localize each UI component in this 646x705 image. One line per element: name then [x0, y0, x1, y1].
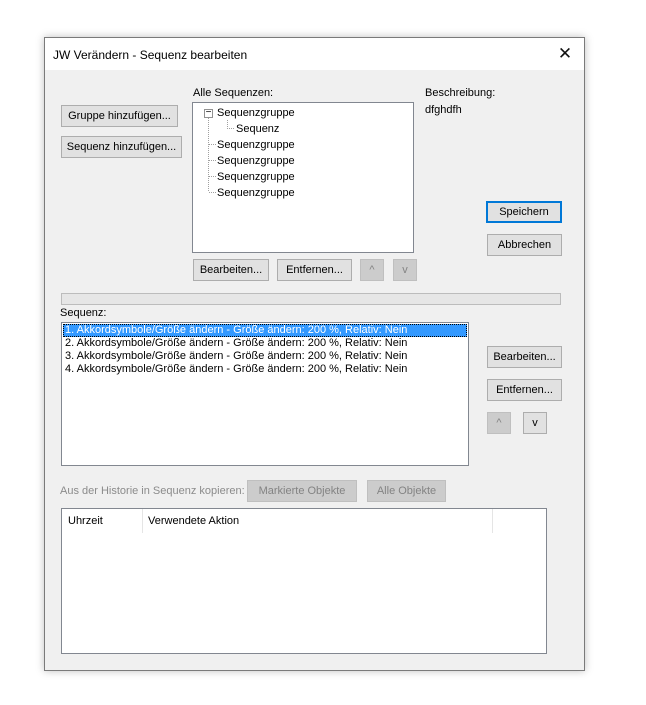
tree-item-sequence[interactable]: Sequenz — [236, 122, 279, 136]
tree-item-group[interactable]: Sequenzgruppe — [217, 106, 295, 120]
tree-item-group[interactable]: Sequenzgruppe — [217, 138, 295, 152]
column-header-action[interactable]: Verwendete Aktion — [148, 509, 239, 533]
sequence-list-item[interactable]: 2. Akkordsymbole/Größe ändern - Größe än… — [63, 337, 467, 350]
sequence-move-down-button[interactable]: v — [523, 412, 547, 434]
description-value: dfghdfh — [425, 104, 462, 116]
tree-item-group[interactable]: Sequenzgruppe — [217, 170, 295, 184]
cancel-button[interactable]: Abbrechen — [487, 234, 562, 256]
all-sequences-label: Alle Sequenzen: — [193, 87, 274, 99]
collapse-icon[interactable]: − — [204, 108, 213, 118]
tree-edit-button[interactable]: Bearbeiten... — [193, 259, 269, 281]
tree-item-group[interactable]: Sequenzgruppe — [217, 154, 295, 168]
tree-item-group[interactable]: Sequenzgruppe — [217, 186, 295, 200]
tree-move-up-button[interactable]: ^ — [360, 259, 384, 281]
sequence-list-item[interactable]: 1. Akkordsymbole/Größe ändern - Größe än… — [63, 324, 467, 337]
dialog-window: JW Verändern - Sequenz bearbeiten ✕ Grup… — [44, 37, 585, 671]
copy-all-objects-button[interactable]: Alle Objekte — [367, 480, 446, 502]
window-title: JW Verändern - Sequenz bearbeiten — [53, 48, 248, 62]
sequence-label: Sequenz: — [60, 307, 107, 319]
sequence-edit-button[interactable]: Bearbeiten... — [487, 346, 562, 368]
save-button[interactable]: Speichern — [486, 201, 562, 223]
add-group-button[interactable]: Gruppe hinzufügen... — [61, 105, 178, 127]
copy-marked-objects-button[interactable]: Markierte Objekte — [247, 480, 357, 502]
column-divider[interactable] — [142, 509, 143, 533]
sequence-move-up-button[interactable]: ^ — [487, 412, 511, 434]
column-divider[interactable] — [492, 509, 493, 533]
tree-move-down-button[interactable]: v — [393, 259, 417, 281]
history-table[interactable]: Uhrzeit Verwendete Aktion — [61, 508, 547, 654]
sequence-remove-button[interactable]: Entfernen... — [487, 379, 562, 401]
add-sequence-button[interactable]: Sequenz hinzufügen... — [61, 136, 182, 158]
title-bar[interactable]: JW Verändern - Sequenz bearbeiten ✕ — [45, 38, 584, 70]
progress-bar — [61, 293, 561, 305]
sequence-list-item[interactable]: 4. Akkordsymbole/Größe ändern - Größe än… — [63, 363, 467, 376]
sequence-list[interactable]: 1. Akkordsymbole/Größe ändern - Größe än… — [61, 322, 469, 466]
description-label: Beschreibung: — [425, 87, 496, 99]
close-icon[interactable]: ✕ — [550, 40, 580, 68]
sequence-tree[interactable]: − Sequenzgruppe Sequenz Sequenzgruppe Se… — [192, 102, 414, 253]
history-copy-label: Aus der Historie in Sequenz kopieren: — [60, 485, 245, 497]
sequence-list-item[interactable]: 3. Akkordsymbole/Größe ändern - Größe än… — [63, 350, 467, 363]
column-header-time[interactable]: Uhrzeit — [68, 509, 103, 533]
tree-remove-button[interactable]: Entfernen... — [277, 259, 352, 281]
